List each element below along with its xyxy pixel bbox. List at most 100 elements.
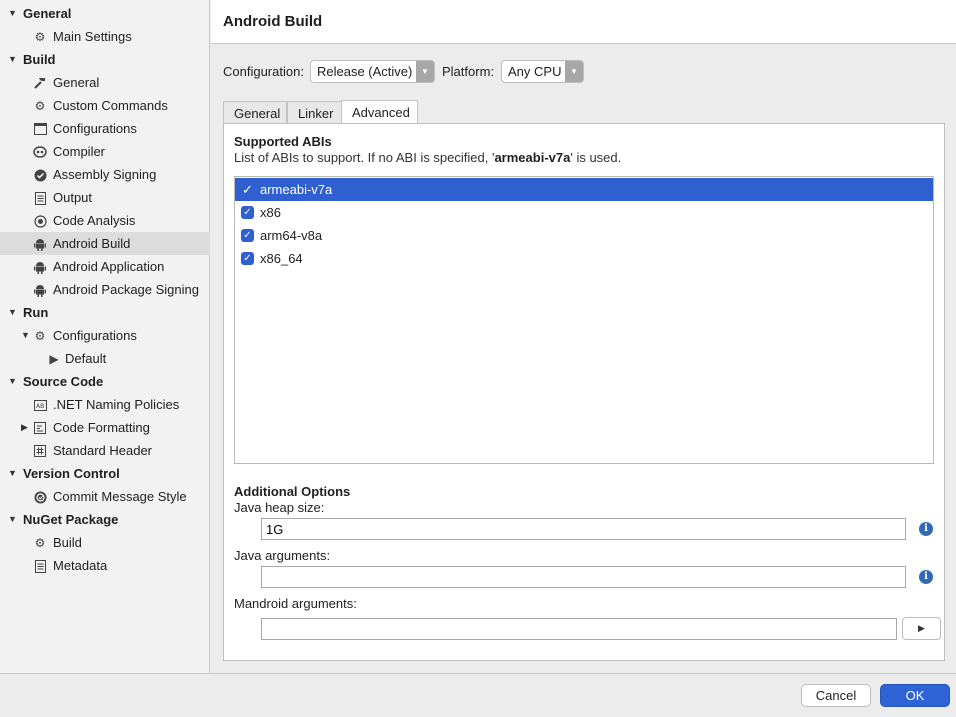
abi-row-arm64-v8a[interactable]: ✓ arm64-v8a [235, 224, 933, 247]
sidebar-item-assembly-signing[interactable]: Assembly Signing [0, 163, 210, 186]
svg-text:AB: AB [36, 403, 44, 410]
sidebar-item-label: Compiler [53, 144, 106, 159]
page-header: Android Build [211, 0, 956, 44]
abi-label: arm64-v8a [260, 228, 323, 243]
abi-list[interactable]: ✓ armeabi-v7a ✓ x86 ✓ arm64-v8a ✓ x86_64 [234, 176, 934, 464]
java-heap-size-label: Java heap size: [234, 500, 325, 515]
checkbox[interactable]: ✓ [241, 206, 254, 219]
sidebar-item-label: General [53, 75, 100, 90]
sidebar-item-run-configurations[interactable]: ▼ ⚙ Configurations [0, 324, 210, 347]
sidebar-item-configurations[interactable]: Configurations [0, 117, 210, 140]
configuration-select[interactable]: Release (Active) ▼ [310, 60, 435, 83]
java-heap-size-input[interactable] [261, 518, 906, 540]
sidebar-item-net-naming-policies[interactable]: AB .NET Naming Policies [0, 393, 210, 416]
expand-triangle-icon[interactable]: ▼ [21, 324, 30, 347]
abi-label: x86 [260, 205, 281, 220]
commit-check-icon [33, 490, 47, 504]
expand-triangle-icon[interactable]: ▼ [8, 462, 17, 485]
mandroid-arguments-menu-button[interactable]: ▶ [902, 617, 941, 640]
abi-row-x86[interactable]: ✓ x86 [235, 201, 933, 224]
sidebar-item-label: Code Formatting [53, 420, 150, 435]
code-format-icon [33, 421, 47, 435]
chevron-down-icon: ▼ [565, 61, 583, 82]
sidebar-item-label: Commit Message Style [53, 489, 187, 504]
category-source-code[interactable]: ▼ Source Code [0, 370, 210, 393]
expand-triangle-icon[interactable]: ▼ [8, 508, 17, 531]
hammer-icon [33, 76, 47, 90]
category-build[interactable]: ▼ Build [0, 48, 210, 71]
category-version-control[interactable]: ▼ Version Control [0, 462, 210, 485]
sidebar-item-label: Build [53, 535, 82, 550]
sidebar-item-label: Assembly Signing [53, 167, 157, 182]
supported-abis-description: List of ABIs to support. If no ABI is sp… [234, 150, 621, 165]
sidebar-item-label: Standard Header [53, 443, 153, 458]
info-icon[interactable]: i [919, 570, 933, 584]
sidebar-item-build-general[interactable]: General [0, 71, 210, 94]
sidebar-item-android-build[interactable]: Android Build [0, 232, 210, 255]
category-label: Run [23, 305, 49, 320]
info-icon[interactable]: i [919, 522, 933, 536]
platform-value: Any CPU [508, 64, 562, 79]
category-general[interactable]: ▼ General [0, 2, 210, 25]
expand-triangle-icon[interactable]: ▼ [8, 370, 17, 393]
expand-triangle-icon[interactable]: ▶ [21, 416, 28, 439]
additional-options-title: Additional Options [234, 484, 351, 499]
description-default-abi: armeabi-v7a [494, 150, 571, 165]
java-arguments-input[interactable] [261, 566, 906, 588]
java-arguments-label: Java arguments: [234, 548, 331, 563]
mandroid-arguments-input[interactable] [261, 618, 897, 640]
cancel-button[interactable]: Cancel [801, 684, 871, 707]
certificate-icon [33, 168, 47, 182]
category-nuget-package[interactable]: ▼ NuGet Package [0, 508, 210, 531]
abi-row-x86-64[interactable]: ✓ x86_64 [235, 247, 933, 270]
category-run[interactable]: ▼ Run [0, 301, 210, 324]
sidebar-item-main-settings[interactable]: ⚙ Main Settings [0, 25, 210, 48]
category-label: NuGet Package [23, 512, 119, 527]
checkbox[interactable]: ✓ [241, 183, 254, 196]
checkbox[interactable]: ✓ [241, 229, 254, 242]
sidebar-item-nuget-build[interactable]: ⚙ Build [0, 531, 210, 554]
sidebar-item-android-application[interactable]: Android Application [0, 255, 210, 278]
tab-advanced[interactable]: Advanced [341, 100, 418, 125]
gear-icon: ⚙ [34, 535, 46, 550]
abi-row-armeabi-v7a[interactable]: ✓ armeabi-v7a [235, 178, 933, 201]
sidebar-item-commit-message-style[interactable]: Commit Message Style [0, 485, 210, 508]
window-icon [33, 122, 47, 136]
description-text: List of ABIs to support. If no ABI is sp… [234, 150, 495, 165]
sidebar-item-android-package-signing[interactable]: Android Package Signing [0, 278, 210, 301]
tab-general[interactable]: General [223, 101, 287, 125]
sidebar-item-label: Code Analysis [53, 213, 136, 228]
configuration-value: Release (Active) [317, 64, 413, 79]
checkbox[interactable]: ✓ [241, 252, 254, 265]
sidebar-item-label: Android Application [53, 259, 165, 274]
compiler-icon [33, 145, 47, 159]
expand-triangle-icon[interactable]: ▼ [8, 2, 17, 25]
mandroid-arguments-label: Mandroid arguments: [234, 596, 357, 611]
platform-select[interactable]: Any CPU ▼ [501, 60, 584, 83]
play-icon: ▶ [49, 351, 59, 366]
sidebar-item-label: Output [53, 190, 93, 205]
sidebar-item-label: Android Build [53, 236, 131, 251]
platform-label: Platform: [442, 64, 495, 79]
sidebar-item-code-analysis[interactable]: Code Analysis [0, 209, 210, 232]
category-label: Version Control [23, 466, 120, 481]
sidebar-item-output[interactable]: Output [0, 186, 210, 209]
tab-linker[interactable]: Linker [287, 101, 342, 125]
expand-triangle-icon[interactable]: ▼ [8, 48, 17, 71]
expand-triangle-icon[interactable]: ▼ [8, 301, 17, 324]
category-label: General [23, 6, 72, 21]
naming-policy-icon: AB [33, 398, 47, 412]
sidebar-item-compiler[interactable]: Compiler [0, 140, 210, 163]
ok-button[interactable]: OK [880, 684, 950, 707]
sidebar-item-label: Android Package Signing [53, 282, 199, 297]
sidebar-item-code-formatting[interactable]: ▶ Code Formatting [0, 416, 210, 439]
document-icon [33, 559, 47, 573]
sidebar-item-run-default[interactable]: ▶ Default [0, 347, 210, 370]
sidebar-item-standard-header[interactable]: Standard Header [0, 439, 210, 462]
sidebar-item-label: .NET Naming Policies [53, 397, 180, 412]
play-icon: ▶ [918, 623, 925, 633]
sidebar-item-nuget-metadata[interactable]: Metadata [0, 554, 210, 577]
gear-icon: ⚙ [34, 98, 46, 113]
sidebar-item-custom-commands[interactable]: ⚙ Custom Commands [0, 94, 210, 117]
gear-icon: ⚙ [34, 328, 46, 343]
